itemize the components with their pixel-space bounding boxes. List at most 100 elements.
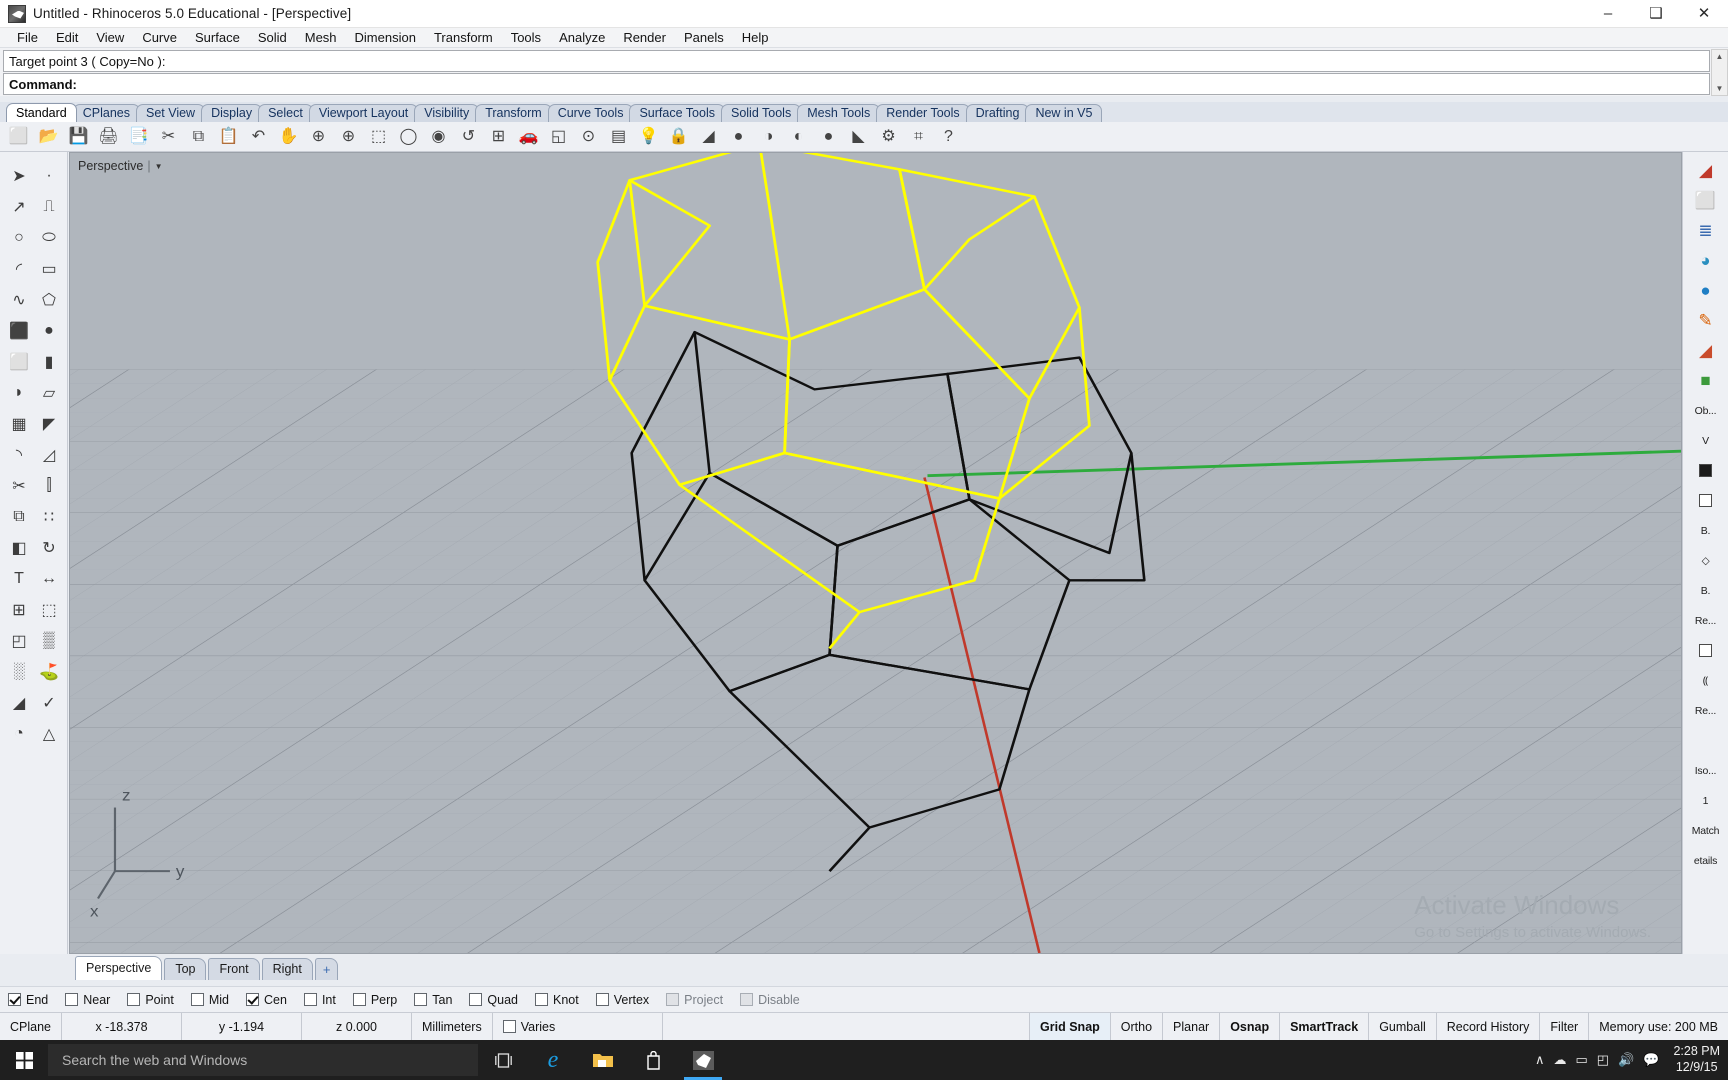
shell-icon[interactable]: ◔ [4, 718, 34, 749]
square-outline-icon-swatch[interactable] [1699, 644, 1712, 657]
dimension-icon[interactable]: ↔ [34, 563, 64, 594]
action-center-icon[interactable]: 💬 [1643, 1052, 1659, 1068]
trim-icon[interactable]: ✂ [4, 470, 34, 501]
display-panel-icon[interactable]: ⬜ [1691, 186, 1721, 215]
cylinder-icon[interactable]: ▮ [34, 346, 64, 377]
windows-start-icon[interactable] [0, 1040, 48, 1080]
undo-icon[interactable]: ↶ [244, 124, 273, 150]
viewport-layout-icon[interactable]: ⊞ [484, 124, 513, 150]
new-file-icon[interactable]: ⬜ [4, 124, 33, 150]
loft-icon[interactable]: ▱ [34, 377, 64, 408]
blank-1[interactable] [1691, 726, 1721, 755]
toolbar-tab-viewport-layout[interactable]: Viewport Layout [309, 104, 418, 122]
properties-icon[interactable]: ◢ [1691, 156, 1721, 185]
gear-icon[interactable]: gear-icon [1706, 108, 1720, 122]
explode-icon[interactable]: ⬚ [34, 594, 64, 625]
zoom-previous-icon[interactable]: ↺ [454, 124, 483, 150]
command-scrollbar[interactable]: ▲ ▼ [1711, 49, 1728, 96]
perspective-viewport[interactable]: z y x Perspective | ▼ Activate Windows G… [69, 152, 1682, 954]
status-toggle-smarttrack[interactable]: SmartTrack [1280, 1013, 1369, 1040]
maximize-button[interactable]: ❑ [1632, 0, 1680, 28]
toolbar-tab-new-in-v5[interactable]: New in V5 [1025, 104, 1102, 122]
toolbar-tab-curve-tools[interactable]: Curve Tools [548, 104, 634, 122]
menu-item-file[interactable]: File [8, 29, 47, 46]
text-icon[interactable]: T [4, 563, 34, 594]
split-icon[interactable]: ⫿ [34, 470, 64, 501]
menu-item-surface[interactable]: Surface [186, 29, 249, 46]
osnap-cen[interactable]: Cen [246, 993, 287, 1007]
polyline-icon[interactable]: ↗ [4, 191, 34, 222]
osnap-perp[interactable]: Perp [353, 993, 397, 1007]
menu-item-edit[interactable]: Edit [47, 29, 87, 46]
osnap-cen-checkbox[interactable] [246, 993, 259, 1006]
onedrive-tray-icon[interactable]: ☁ [1553, 1052, 1566, 1068]
osnap-perp-checkbox[interactable] [353, 993, 366, 1006]
menu-item-view[interactable]: View [87, 29, 133, 46]
close-button[interactable]: ✕ [1680, 0, 1728, 28]
ground-plane-icon[interactable]: ◢ [1691, 336, 1721, 365]
status-y-coordinate[interactable]: y -1.194 [182, 1013, 302, 1040]
toolbar-tab-surface-tools[interactable]: Surface Tools [629, 104, 725, 122]
osnap-int[interactable]: Int [304, 993, 336, 1007]
zoom-window-icon[interactable]: ⬚ [364, 124, 393, 150]
menu-item-dimension[interactable]: Dimension [346, 29, 425, 46]
toolbar-tab-drafting[interactable]: Drafting [966, 104, 1030, 122]
status-toggle-grid-snap[interactable]: Grid Snap [1030, 1013, 1111, 1040]
select-arrow-icon[interactable]: ➤ [4, 160, 34, 191]
osnap-tan[interactable]: Tan [414, 993, 452, 1007]
viewport-tab-perspective[interactable]: Perspective [75, 956, 162, 980]
layers-panel-icon[interactable]: ≣ [1691, 216, 1721, 245]
command-prompt[interactable]: Command: [3, 73, 1710, 95]
toolbar-tab-standard[interactable]: Standard [6, 103, 77, 122]
status-cplane[interactable]: CPlane [0, 1013, 62, 1040]
layers-icon[interactable]: ▤ [604, 124, 633, 150]
match-button[interactable]: Match [1691, 816, 1721, 845]
box-icon[interactable]: ⬛ [4, 315, 34, 346]
status-toggle-gumball[interactable]: Gumball [1369, 1013, 1437, 1040]
menu-item-mesh[interactable]: Mesh [296, 29, 346, 46]
osnap-disable-checkbox[interactable] [740, 993, 753, 1006]
osnap-near[interactable]: Near [65, 993, 110, 1007]
zoom-extents-icon[interactable]: ◯ [394, 124, 423, 150]
isocurve-label[interactable]: Iso... [1691, 756, 1721, 785]
render2-label[interactable]: Re... [1691, 696, 1721, 725]
boolean-icon[interactable]: ◤ [34, 408, 64, 439]
texture-panel-icon[interactable]: ✎ [1691, 306, 1721, 335]
status-toggle-ortho[interactable]: Ortho [1111, 1013, 1163, 1040]
status-memory-use[interactable]: Memory use: 200 MB [1589, 1013, 1728, 1040]
osnap-vertex[interactable]: Vertex [596, 993, 649, 1007]
fillet-icon[interactable]: ◝ [4, 439, 34, 470]
chamfer-icon[interactable]: ◿ [34, 439, 64, 470]
viewport-tab-right[interactable]: Right [262, 958, 313, 980]
color-swatch-white-swatch[interactable] [1699, 494, 1712, 507]
copy-to-clipboard-icon[interactable]: 📑 [124, 124, 153, 150]
pipe-icon[interactable]: ◗ [4, 377, 34, 408]
toolbar-tab-visibility[interactable]: Visibility [414, 104, 479, 122]
render-panel-icon[interactable]: ● [1691, 276, 1721, 305]
taskbar-clock[interactable]: 2:28 PM 12/9/15 [1665, 1044, 1728, 1075]
edge-browser-icon[interactable]: e [528, 1040, 578, 1080]
chevron-down-icon[interactable]: ▼ [155, 162, 163, 171]
viewport-tab-front[interactable]: Front [208, 958, 259, 980]
details-button[interactable]: etails [1691, 846, 1721, 875]
macro-editor-icon[interactable]: ⌗ [904, 124, 933, 150]
open-file-icon[interactable]: 📂 [34, 124, 63, 150]
arc-icon[interactable]: ◜ [4, 253, 34, 284]
circle-icon[interactable]: ○ [4, 222, 34, 253]
osnap-knot[interactable]: Knot [535, 993, 579, 1007]
materials-panel-icon[interactable]: ◕ [1691, 246, 1721, 275]
toolbar-tab-set-view[interactable]: Set View [136, 104, 205, 122]
print-icon[interactable]: 🖨 [94, 124, 123, 150]
light-bulb-icon[interactable]: 💡 [634, 124, 663, 150]
osnap-end[interactable]: End [8, 993, 48, 1007]
point-icon[interactable]: · [34, 160, 64, 191]
brightness-label[interactable]: B. [1691, 516, 1721, 545]
status-x-coordinate[interactable]: x -18.378 [62, 1013, 182, 1040]
toolbar-tab-solid-tools[interactable]: Solid Tools [721, 104, 801, 122]
diamond-icon[interactable]: ◇ [1691, 546, 1721, 575]
rectangle-icon[interactable]: ▭ [34, 253, 64, 284]
osnap-mid-checkbox[interactable] [191, 993, 204, 1006]
density-value[interactable]: 1 [1691, 786, 1721, 815]
paint-icon[interactable]: ◢ [4, 687, 34, 718]
pan-hand-icon[interactable]: ✋ [274, 124, 303, 150]
